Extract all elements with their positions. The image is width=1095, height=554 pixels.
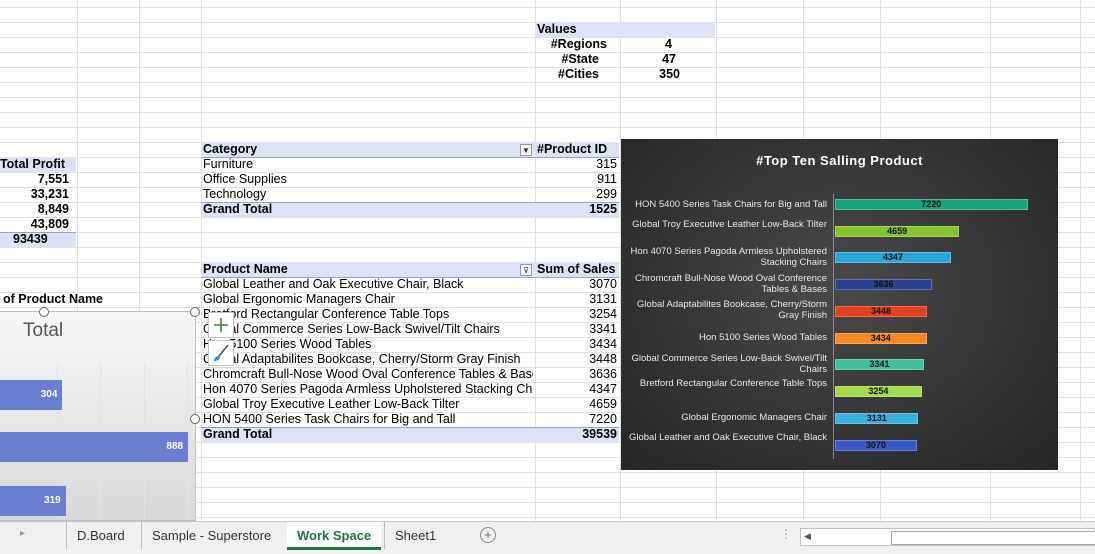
product-sales-value: 7220: [589, 412, 617, 426]
sheet-tab-bar: ▸ D.Board Sample - Superstore Work Space…: [0, 521, 1095, 554]
plus-icon: [214, 318, 228, 332]
product-label: Chromcraft Bull-Nose Wood Oval Conferenc…: [203, 367, 533, 381]
product-sales-value: 4659: [589, 397, 617, 411]
chart-data-label: 3636: [873, 279, 894, 289]
chart-elements-button[interactable]: [208, 312, 234, 338]
profit-value: 8,849: [37, 202, 69, 216]
chart-data-label: 3131: [866, 413, 887, 423]
product-label: Global Troy Executive Leather Low-Back T…: [203, 397, 460, 411]
scrollbar-thumb[interactable]: [891, 531, 1095, 545]
category-total-label: Grand Total: [203, 202, 273, 216]
chart-styles-button[interactable]: [208, 340, 234, 366]
product-sales-value: 3070: [589, 277, 617, 291]
chart-category-label: HON 5400 Series Task Chairs for Big and …: [635, 199, 827, 210]
chart-data-label: 4659: [887, 226, 908, 236]
chart-category-label: Global Adaptabilites Bookcase, Cherry/St…: [636, 299, 827, 321]
values-row-label: #Regions: [550, 37, 607, 51]
worksheet-grid[interactable]: Values #Regions 4 #State 47 #Cities 350 …: [0, 0, 1095, 521]
product-label: HON 5400 Series Task Chairs for Big and …: [203, 412, 456, 426]
product-label: Global Commerce Series Low-Back Swivel/T…: [203, 322, 500, 336]
chart-data-label: 7220: [921, 199, 942, 209]
chart-category-label: Chromcraft Bull-Nose Wood Oval Conferenc…: [634, 273, 827, 295]
category-value: 911: [597, 172, 617, 186]
chart-category-label: Hon 5100 Series Wood Tables: [699, 332, 827, 343]
product-id-col-header: #Product ID: [537, 142, 608, 156]
category-label: Technology: [203, 187, 267, 201]
left-chart-bar: 888: [0, 432, 189, 462]
left-chart-heading: of Product Name: [3, 292, 104, 306]
left-chart[interactable]: Total 304 888 319: [0, 311, 196, 521]
product-label: Global Adaptabilites Bookcase, Cherry/St…: [203, 352, 521, 366]
product-total-value: 39539: [582, 427, 617, 441]
product-total-label: Grand Total: [203, 427, 273, 441]
product-label: Global Ergonomic Managers Chair: [203, 292, 395, 306]
product-sales-value: 4347: [589, 382, 617, 396]
category-value: 299: [596, 187, 617, 201]
left-chart-title: Total: [23, 320, 64, 341]
category-filter-button[interactable]: ▼: [520, 144, 532, 156]
horizontal-scrollbar[interactable]: ◀: [800, 528, 1095, 546]
profit-total: 93439: [13, 232, 48, 246]
scroll-left-icon[interactable]: ◀: [804, 531, 811, 542]
category-label: Office Supplies: [203, 172, 287, 186]
chart-data-label: 4347: [882, 252, 903, 262]
paintbrush-icon: [214, 344, 229, 361]
profit-value: 33,231: [30, 187, 69, 201]
chart-category-label: Global Commerce Series Low-Back Swivel/T…: [631, 353, 827, 375]
add-sheet-icon[interactable]: +: [480, 527, 496, 543]
profit-pivot-header: #Total Profit: [0, 157, 65, 171]
profit-value: 43,809: [30, 217, 69, 231]
left-chart-bar: 304: [0, 380, 63, 410]
sum-of-sales-col-header: Sum of Sales: [537, 262, 616, 276]
chart-category-label: Bretford Rectangular Conference Table To…: [639, 378, 827, 389]
product-label: Global Leather and Oak Executive Chair, …: [203, 277, 464, 291]
split-handle-icon[interactable]: ⋮: [780, 527, 792, 541]
values-row-value: 350: [659, 67, 680, 81]
chart-category-label: Global Troy Executive Leather Low-Back T…: [632, 219, 827, 230]
product-sales-value: 3448: [589, 352, 617, 366]
chart-axis: [833, 194, 834, 459]
tab-work-space[interactable]: Work Space: [287, 522, 382, 550]
product-sales-value: 3341: [589, 322, 617, 336]
product-sales-value: 3254: [589, 307, 617, 321]
chart-data-label: 3070: [865, 440, 886, 450]
profit-value: 7,551: [37, 172, 69, 186]
chart-data-label: 3434: [870, 333, 891, 343]
product-label: Bretford Rectangular Conference Table To…: [203, 307, 450, 321]
product-col-header: Product Name: [203, 262, 288, 276]
chart-data-label: 3254: [868, 386, 889, 396]
chart-category-label: Global Leather and Oak Executive Chair, …: [628, 432, 827, 443]
category-col-header: Category: [203, 142, 258, 156]
top-ten-chart[interactable]: #Top Ten Salling Product HON 5400 Series…: [621, 139, 1058, 470]
product-sales-value: 3636: [589, 367, 617, 381]
product-sales-value: 3131: [589, 292, 617, 306]
category-label: Furniture: [203, 157, 254, 171]
product-sales-value: 3434: [589, 337, 617, 351]
left-chart-bar: 319: [0, 486, 66, 516]
chart-category-label: Global Ergonomic Managers Chair: [681, 412, 827, 423]
tab-sample-superstore[interactable]: Sample - Superstore: [141, 522, 281, 549]
tab-dboard[interactable]: D.Board: [66, 522, 135, 549]
tab-scroll-icon[interactable]: ▸: [20, 528, 25, 539]
category-total-value: 1525: [589, 202, 617, 216]
resize-handle[interactable]: [190, 307, 200, 317]
values-pivot-title: Values: [537, 22, 577, 36]
chart-data-label: 3341: [869, 359, 890, 369]
tab-sheet1[interactable]: Sheet1: [384, 522, 446, 549]
values-row-label: #Cities: [558, 67, 599, 81]
values-row-value: 47: [662, 52, 676, 66]
product-filter-button[interactable]: ⊽: [520, 264, 532, 276]
chart-title: #Top Ten Salling Product: [756, 153, 923, 168]
values-row-value: 4: [665, 37, 672, 51]
product-label: Hon 5100 Series Wood Tables: [203, 337, 372, 351]
product-label: Hon 4070 Series Pagoda Armless Upholster…: [203, 382, 533, 396]
chart-data-label: 3448: [870, 306, 891, 316]
resize-handle[interactable]: [190, 414, 200, 424]
category-value: 315: [596, 157, 617, 171]
resize-handle[interactable]: [39, 307, 49, 317]
chart-category-label: Hon 4070 Series Pagoda Armless Upholster…: [630, 246, 827, 268]
values-row-label: #State: [561, 52, 599, 66]
